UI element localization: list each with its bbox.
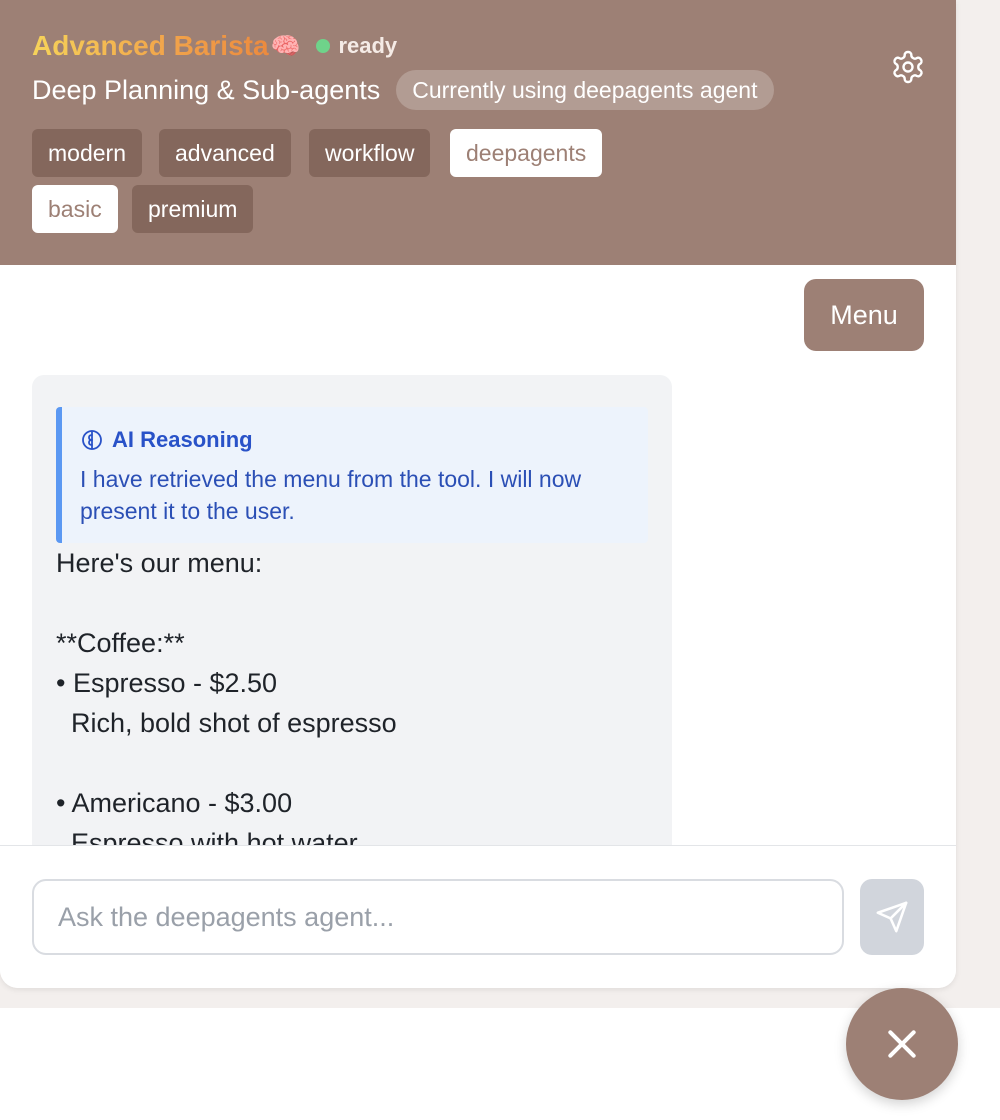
- tag-deepagents[interactable]: deepagents: [450, 129, 603, 177]
- gear-icon: [893, 50, 923, 84]
- subtitle-row: Deep Planning & Sub-agents Currently usi…: [32, 70, 774, 110]
- brain-outline-icon: [82, 430, 102, 450]
- status-text: ready: [338, 33, 398, 58]
- user-message: Menu: [804, 279, 924, 351]
- tag-premium[interactable]: premium: [132, 185, 254, 233]
- tag-advanced[interactable]: advanced: [159, 129, 291, 177]
- message-list[interactable]: Menu AI Reasoning I have retrieved the m…: [0, 265, 956, 845]
- assistant-message: AI Reasoning I have retrieved the menu f…: [32, 375, 672, 845]
- chat-header: Advanced Barista 🧠 ready Deep Planning &…: [0, 0, 956, 265]
- tag-workflow[interactable]: workflow: [309, 129, 431, 177]
- subtitle: Deep Planning & Sub-agents: [32, 75, 381, 105]
- title-row: Advanced Barista 🧠 ready: [32, 28, 397, 64]
- reasoning-title: AI Reasoning: [112, 427, 253, 452]
- brain-icon: 🧠: [270, 32, 301, 60]
- assistant-reply-text: Here's our menu: **Coffee:** • Espresso …: [56, 548, 397, 845]
- reasoning-block: AI Reasoning I have retrieved the menu f…: [56, 407, 648, 543]
- send-icon: [876, 901, 908, 933]
- close-chat-button[interactable]: [846, 988, 958, 1100]
- input-area: [0, 845, 956, 988]
- status-dot: [316, 39, 331, 53]
- agent-pill: Currently using deepagents agent: [396, 70, 774, 110]
- settings-button[interactable]: [890, 49, 926, 85]
- reasoning-text: I have retrieved the menu from the tool.…: [80, 466, 582, 524]
- tag-modern[interactable]: modern: [32, 129, 142, 177]
- send-button[interactable]: [860, 879, 924, 955]
- app-title: Advanced Barista: [32, 28, 269, 64]
- reasoning-header: AI Reasoning: [80, 427, 253, 453]
- close-icon: [888, 1030, 916, 1058]
- tag-basic[interactable]: basic: [32, 185, 118, 233]
- chat-window: Advanced Barista 🧠 ready Deep Planning &…: [0, 0, 956, 988]
- chat-input[interactable]: [32, 879, 844, 955]
